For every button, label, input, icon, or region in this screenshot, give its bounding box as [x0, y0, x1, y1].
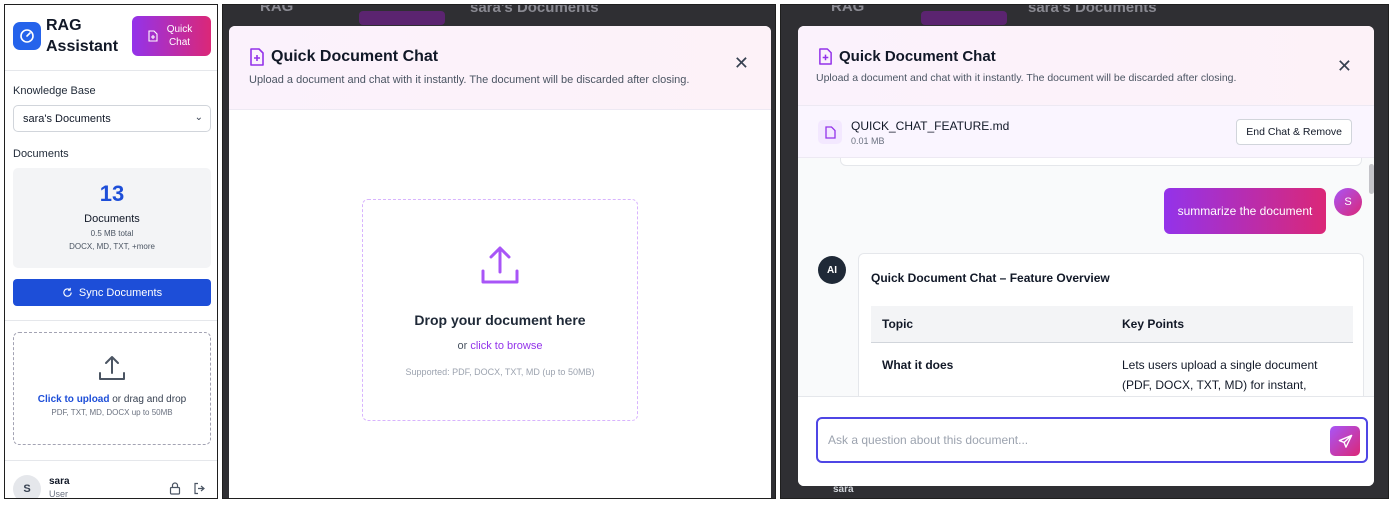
gauge-logo-icon — [13, 22, 41, 50]
table-row: What it does Lets users upload a single … — [871, 343, 1353, 397]
knowledge-base-value: sara's Documents — [23, 113, 111, 125]
file-name: QUICK_CHAT_FEATURE.md — [851, 119, 1010, 133]
documents-count-label: Documents — [84, 213, 140, 225]
avatar: S — [13, 475, 41, 498]
lock-icon[interactable] — [169, 482, 181, 498]
file-plus-icon — [818, 48, 833, 70]
ai-avatar: AI — [818, 256, 846, 284]
sync-documents-button[interactable]: Sync Documents — [13, 279, 211, 306]
close-icon[interactable]: ✕ — [1337, 57, 1352, 75]
upload-modal: Quick Document Chat Upload a document an… — [229, 26, 771, 498]
previous-message-card — [840, 158, 1362, 166]
knowledge-base-select[interactable]: sara's Documents ⌄ — [13, 105, 211, 132]
modal-title: Quick Document Chat — [271, 48, 439, 65]
chat-modal-screen: RAG sara's Documents sara Quick Document… — [780, 4, 1389, 499]
modal-subtitle: Upload a document and chat with it insta… — [816, 72, 1237, 84]
divider — [5, 320, 217, 321]
modal-header: Quick Document Chat Upload a document an… — [229, 26, 771, 110]
divider — [5, 460, 217, 461]
chat-modal: Quick Document Chat Upload a document an… — [798, 26, 1374, 486]
modal-subtitle: Upload a document and chat with it insta… — [249, 74, 690, 86]
file-icon — [818, 120, 842, 144]
documents-label: Documents — [13, 148, 69, 160]
upload-hint: PDF, TXT, MD, DOCX up to 50MB — [51, 408, 173, 417]
table-cell-key-points: Lets users upload a single document (PDF… — [1122, 358, 1318, 392]
send-icon — [1338, 434, 1352, 448]
background-page-title: sara's Documents — [1028, 4, 1157, 16]
chevron-down-icon: ⌄ — [194, 112, 203, 123]
user-avatar: S — [1334, 188, 1362, 216]
background-quick-chat — [921, 11, 1007, 25]
active-file-bar: QUICK_CHAT_FEATURE.md 0.01 MB End Chat &… — [798, 106, 1374, 158]
table-header-topic: Topic — [871, 306, 1111, 343]
drag-drop-text: or drag and drop — [109, 394, 187, 405]
table-header-key-points: Key Points — [1111, 306, 1353, 343]
background-quick-chat — [359, 11, 445, 25]
question-input[interactable] — [816, 417, 1368, 463]
end-chat-remove-button[interactable]: End Chat & Remove — [1236, 119, 1352, 145]
background-app-title: RAG — [260, 4, 294, 15]
app-title: RAG Assistant — [46, 17, 119, 55]
ai-response-title: Quick Document Chat – Feature Overview — [871, 271, 1110, 285]
user-name: sara — [49, 476, 70, 487]
send-button[interactable] — [1330, 426, 1360, 456]
upload-icon — [96, 353, 128, 385]
upload-icon — [477, 242, 523, 288]
quick-chat-label: Quick Chat — [166, 24, 193, 48]
supported-formats: Supported: PDF, DOCX, TXT, MD (up to 50M… — [405, 367, 595, 377]
modal-title: Quick Document Chat — [839, 48, 996, 65]
click-to-upload-link[interactable]: Click to upload — [38, 394, 110, 405]
chat-input-bar — [798, 396, 1374, 486]
ai-response-card: Quick Document Chat – Feature Overview T… — [858, 253, 1364, 396]
chat-messages[interactable]: summarize the document S AI Quick Docume… — [798, 158, 1374, 396]
scrollbar-thumb[interactable] — [1369, 164, 1374, 194]
logout-icon[interactable] — [193, 482, 206, 498]
sidebar-header: RAG Assistant Quick Chat — [5, 5, 217, 71]
ai-response-table: Topic Key Points What it does Lets users… — [871, 306, 1353, 396]
or-text: or — [457, 340, 471, 352]
refresh-icon — [63, 287, 72, 297]
close-icon[interactable]: ✕ — [734, 54, 749, 72]
documents-types: DOCX, MD, TXT, +more — [69, 242, 155, 251]
modal-header: Quick Document Chat Upload a document an… — [798, 26, 1374, 106]
knowledge-base-label: Knowledge Base — [13, 85, 96, 97]
background-app-title: RAG — [831, 4, 865, 15]
user-role: User — [49, 489, 69, 499]
sidebar-panel: RAG Assistant Quick Chat Knowledge Base … — [4, 4, 218, 499]
documents-total-size: 0.5 MB total — [90, 229, 134, 238]
table-cell-topic: What it does — [882, 358, 954, 372]
sync-documents-label: Sync Documents — [78, 286, 163, 299]
upload-modal-screen: RAG sara's Documents Quick Document Chat… — [222, 4, 776, 499]
upload-dropzone[interactable]: Click to upload or drag and drop PDF, TX… — [13, 332, 211, 445]
document-dropzone[interactable]: Drop your document here or click to brow… — [362, 199, 638, 421]
file-plus-icon — [249, 48, 265, 71]
file-size: 0.01 MB — [851, 136, 885, 146]
documents-stats-card: 13 Documents 0.5 MB total DOCX, MD, TXT,… — [13, 168, 211, 268]
browse-link[interactable]: click to browse — [470, 340, 542, 352]
quick-chat-button[interactable]: Quick Chat — [132, 16, 211, 56]
drop-title: Drop your document here — [414, 312, 586, 328]
file-plus-icon — [147, 30, 158, 42]
documents-count: 13 — [99, 181, 125, 206]
background-page-title: sara's Documents — [470, 4, 599, 16]
user-message-bubble: summarize the document — [1164, 188, 1326, 234]
